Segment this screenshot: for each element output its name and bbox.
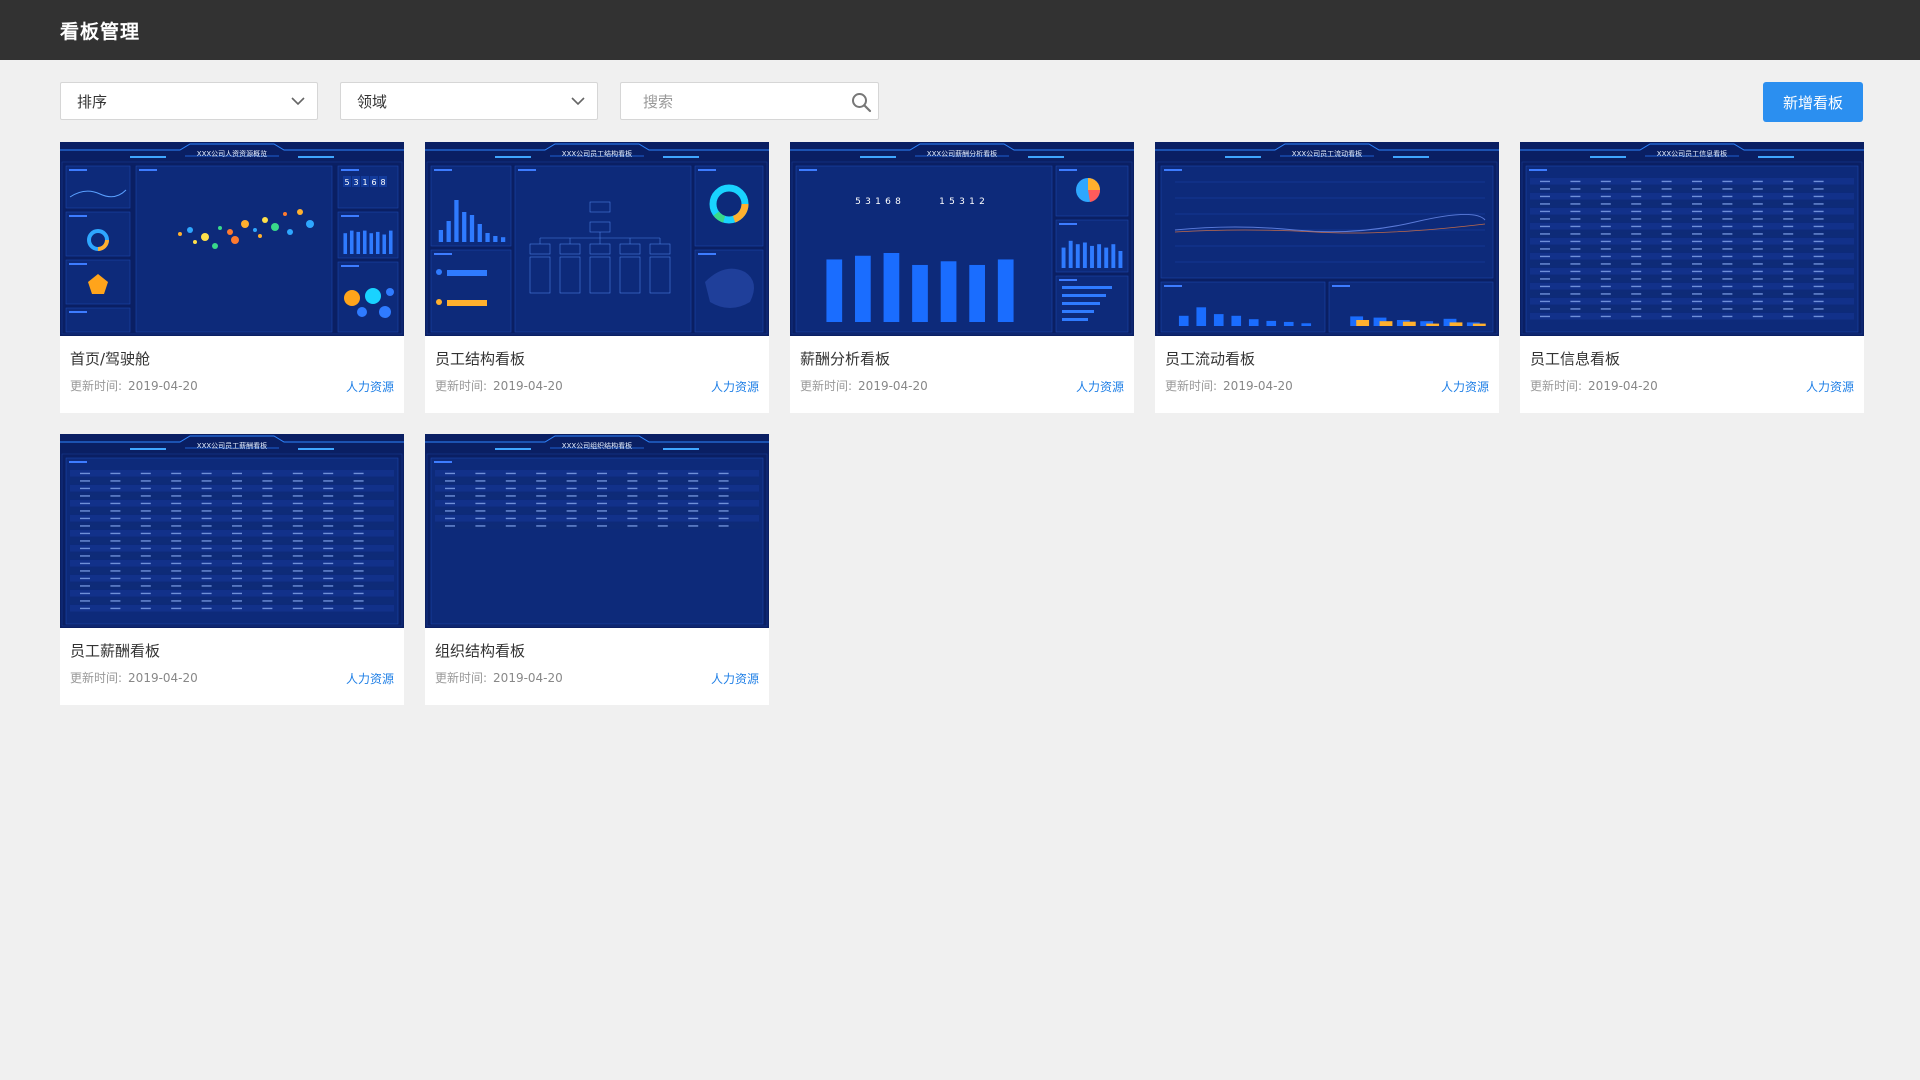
page-title: 看板管理 [60,20,141,43]
card-info: 薪酬分析看板 更新时间: 2019-04-20 人力资源 [790,336,1134,413]
thumbnail-digit: 1 [875,197,881,207]
thumbnail-title: XXX公司组织结构看板 [562,441,632,450]
board-name: 员工信息看板 [1530,350,1621,368]
board-card[interactable]: XXX公司员工结构看板 员工结构看板 更新时间: 2019-04-20 人力资源 [425,142,769,413]
board-card[interactable]: XXX公司组织结构看板 组织结构看板 更新时间: 2019-04-20 人力资源 [425,434,769,705]
thumbnail-title: XXX公司薪酬分析看板 [927,149,997,158]
chevron-down-icon [571,97,585,106]
card-info: 员工流动看板 更新时间: 2019-04-20 人力资源 [1155,336,1499,413]
update-time: 更新时间: 2019-04-20 [435,669,563,686]
thumbnail-digit: 3 [959,197,965,207]
thumbnail-title: XXX公司员工薪酬看板 [197,441,267,450]
board-name: 组织结构看板 [435,642,526,660]
search-input[interactable] [641,83,845,121]
thumbnail-digit: 8 [895,197,901,207]
board-card[interactable]: XXX公司员工流动看板 员工流动看板 更新时间: 2019-04-20 人力资源 [1155,142,1499,413]
update-time-label: 更新时间: [70,379,123,393]
board-grid: XXX公司人资资源概览 5 3 1 6 8 首页/驾驶舱 更新时间: 2019-04-20 … [60,142,1864,705]
domain-tag[interactable]: 人力资源 [346,378,394,395]
update-time: 更新时间: 2019-04-20 [1530,377,1658,394]
thumbnail-digit: 5 [855,197,861,207]
board-card[interactable]: XXX公司员工薪酬看板 员工薪酬看板 更新时间: 2019-04-20 人力资源 [60,434,404,705]
board-thumbnail[interactable]: XXX公司薪酬分析看板5 3 1 6 8 1 5 3 1 2 [790,142,1134,336]
update-time-label: 更新时间: [800,379,853,393]
card-info: 员工信息看板 更新时间: 2019-04-20 人力资源 [1520,336,1864,413]
board-card[interactable]: XXX公司员工信息看板 员工信息看板 更新时间: 2019-04-20 人力资源 [1520,142,1864,413]
domain-select-label: 领域 [357,92,388,111]
update-time-value: 2019-04-20 [493,671,563,685]
domain-tag[interactable]: 人力资源 [711,378,759,395]
domain-tag[interactable]: 人力资源 [1441,378,1489,395]
chevron-down-icon [291,97,305,106]
thumbnail-digit: 2 [979,197,985,207]
toolbar: 排序 领域 新增看板 [60,82,1863,122]
search-icon[interactable] [850,91,872,113]
sort-select-label: 排序 [77,92,108,111]
update-time-value: 2019-04-20 [493,379,563,393]
update-time-value: 2019-04-20 [1588,379,1658,393]
add-board-button[interactable]: 新增看板 [1763,82,1863,122]
board-thumbnail[interactable]: XXX公司员工流动看板 [1155,142,1499,336]
card-info: 首页/驾驶舱 更新时间: 2019-04-20 人力资源 [60,336,404,413]
board-card[interactable]: XXX公司人资资源概览 5 3 1 6 8 首页/驾驶舱 更新时间: 2019-04-20 … [60,142,404,413]
update-time: 更新时间: 2019-04-20 [800,377,928,394]
thumbnail-digit: 3 [353,178,358,187]
top-bar: 看板管理 [0,0,1920,60]
board-name: 员工结构看板 [435,350,526,368]
thumbnail-digit: 1 [969,197,975,207]
update-time-value: 2019-04-20 [128,379,198,393]
thumbnail-title: XXX公司员工流动看板 [1292,149,1362,158]
update-time-value: 2019-04-20 [1223,379,1293,393]
card-info: 员工薪酬看板 更新时间: 2019-04-20 人力资源 [60,628,404,705]
card-info: 组织结构看板 更新时间: 2019-04-20 人力资源 [425,628,769,705]
thumbnail-digit: 3 [865,197,871,207]
board-thumbnail[interactable]: XXX公司人资资源概览 5 3 1 6 8 [60,142,404,336]
search-box [620,82,879,121]
update-time-value: 2019-04-20 [128,671,198,685]
board-name: 薪酬分析看板 [800,350,891,368]
update-time-label: 更新时间: [1530,379,1583,393]
update-time: 更新时间: 2019-04-20 [70,669,198,686]
card-info: 员工结构看板 更新时间: 2019-04-20 人力资源 [425,336,769,413]
sort-select[interactable]: 排序 [60,82,318,120]
thumbnail-digit: 6 [885,197,891,207]
thumbnail-digit: 5 [344,178,349,187]
thumbnail-digit: 6 [371,178,376,187]
board-thumbnail[interactable]: XXX公司组织结构看板 [425,434,769,628]
domain-tag[interactable]: 人力资源 [1076,378,1124,395]
board-card[interactable]: XXX公司薪酬分析看板 5 3 1 6 8 1 5 3 1 2 薪酬分析看板 更新时间: 2019-0… [790,142,1134,413]
update-time-label: 更新时间: [1165,379,1218,393]
domain-tag[interactable]: 人力资源 [711,670,759,687]
board-thumbnail[interactable]: XXX公司员工结构看板 [425,142,769,336]
board-name: 员工薪酬看板 [70,642,161,660]
domain-tag[interactable]: 人力资源 [346,670,394,687]
domain-select[interactable]: 领域 [340,82,598,120]
board-name: 员工流动看板 [1165,350,1256,368]
board-name: 首页/驾驶舱 [70,350,151,368]
thumbnail-digit: 1 [362,178,367,187]
update-time-label: 更新时间: [70,671,123,685]
update-time: 更新时间: 2019-04-20 [1165,377,1293,394]
thumbnail-digit: 5 [949,197,955,207]
domain-tag[interactable]: 人力资源 [1806,378,1854,395]
update-time: 更新时间: 2019-04-20 [70,377,198,394]
board-thumbnail[interactable]: XXX公司员工薪酬看板 [60,434,404,628]
thumbnail-digit: 8 [380,178,385,187]
update-time: 更新时间: 2019-04-20 [435,377,563,394]
thumbnail-title: XXX公司员工结构看板 [562,149,632,158]
update-time-value: 2019-04-20 [858,379,928,393]
update-time-label: 更新时间: [435,379,488,393]
thumbnail-title: XXX公司员工信息看板 [1657,149,1727,158]
update-time-label: 更新时间: [435,671,488,685]
thumbnail-digit: 1 [939,197,945,207]
board-thumbnail[interactable]: XXX公司员工信息看板 [1520,142,1864,336]
thumbnail-title: XXX公司人资资源概览 [197,149,267,158]
